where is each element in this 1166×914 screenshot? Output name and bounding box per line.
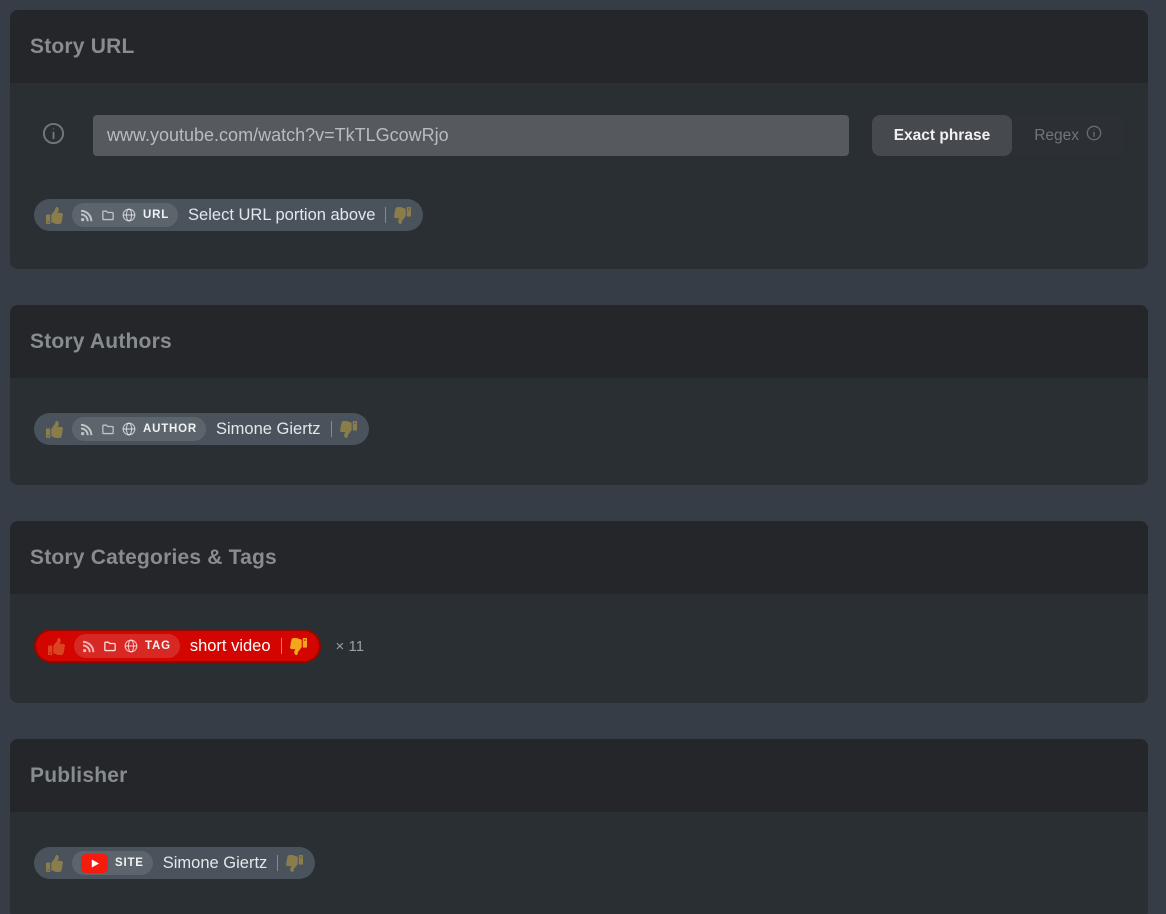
story-tags-section: Story Categories & Tags TAG — [10, 521, 1148, 703]
publisher-section: Publisher SITE Simone Giertz — [10, 739, 1148, 914]
tag-trainer-token[interactable]: TAG short video — [34, 629, 321, 663]
rss-icon[interactable] — [81, 209, 94, 222]
globe-icon[interactable] — [122, 422, 136, 436]
story-url-token-row: URL Select URL portion above — [34, 199, 1124, 231]
story-url-title: Story URL — [30, 35, 1128, 59]
tag-token-label: short video — [190, 637, 271, 656]
publisher-title: Publisher — [30, 764, 1128, 788]
publisher-token-label: Simone Giertz — [163, 854, 268, 873]
url-scope-group: URL — [72, 203, 178, 227]
globe-icon[interactable] — [122, 208, 136, 222]
token-divider — [277, 855, 278, 871]
story-url-body: Exact phrase Regex — [10, 83, 1148, 269]
publisher-trainer-token[interactable]: SITE Simone Giertz — [34, 847, 315, 879]
rss-icon[interactable] — [83, 640, 96, 653]
publisher-token-row: SITE Simone Giertz — [34, 847, 1124, 879]
url-trainer-token[interactable]: URL Select URL portion above — [34, 199, 423, 231]
url-token-label: Select URL portion above — [188, 206, 375, 225]
folder-icon[interactable] — [103, 640, 117, 653]
match-mode-toggle: Exact phrase Regex — [872, 115, 1124, 156]
thumbs-down-icon[interactable] — [290, 638, 307, 655]
exact-phrase-label: Exact phrase — [894, 127, 991, 145]
story-tags-body: TAG short video × 11 — [10, 594, 1148, 703]
story-url-input[interactable] — [93, 115, 849, 156]
story-url-section: Story URL Exact phrase Regex — [10, 10, 1148, 269]
regex-label: Regex — [1034, 127, 1079, 145]
rss-icon[interactable] — [81, 423, 94, 436]
thumbs-up-icon[interactable] — [46, 421, 63, 438]
story-url-input-row: Exact phrase Regex — [34, 115, 1124, 156]
author-token-label: Simone Giertz — [216, 420, 321, 439]
site-scope-group: SITE — [72, 851, 153, 875]
thumbs-down-icon[interactable] — [286, 855, 303, 872]
story-url-header: Story URL — [10, 10, 1148, 83]
token-divider — [281, 638, 282, 654]
token-divider — [385, 207, 386, 223]
tag-token-row: TAG short video × 11 — [34, 629, 1124, 663]
story-tags-header: Story Categories & Tags — [10, 521, 1148, 594]
author-badge: AUTHOR — [143, 423, 197, 435]
token-divider — [331, 421, 332, 437]
regex-info-icon[interactable] — [1086, 125, 1102, 146]
exact-phrase-option[interactable]: Exact phrase — [872, 115, 1013, 156]
site-badge: SITE — [115, 857, 144, 869]
thumbs-up-icon[interactable] — [48, 638, 65, 655]
folder-icon[interactable] — [101, 423, 115, 436]
story-authors-body: AUTHOR Simone Giertz — [10, 378, 1148, 485]
thumbs-down-icon[interactable] — [340, 421, 357, 438]
thumbs-up-icon[interactable] — [46, 207, 63, 224]
regex-option[interactable]: Regex — [1012, 115, 1124, 156]
thumbs-up-icon[interactable] — [46, 855, 63, 872]
tag-scope-group: TAG — [74, 634, 180, 658]
tag-badge: TAG — [145, 640, 171, 652]
folder-icon[interactable] — [101, 209, 115, 222]
publisher-header: Publisher — [10, 739, 1148, 812]
author-scope-group: AUTHOR — [72, 417, 206, 441]
author-token-row: AUTHOR Simone Giertz — [34, 413, 1124, 445]
info-icon[interactable] — [42, 122, 65, 150]
url-badge: URL — [143, 209, 169, 221]
author-trainer-token[interactable]: AUTHOR Simone Giertz — [34, 413, 369, 445]
thumbs-down-icon[interactable] — [394, 207, 411, 224]
story-authors-title: Story Authors — [30, 330, 1128, 354]
story-authors-header: Story Authors — [10, 305, 1148, 378]
story-authors-section: Story Authors AUTHOR — [10, 305, 1148, 485]
story-tags-title: Story Categories & Tags — [30, 546, 1128, 570]
globe-icon[interactable] — [124, 639, 138, 653]
tag-count: × 11 — [336, 638, 365, 655]
publisher-body: SITE Simone Giertz — [10, 812, 1148, 914]
youtube-icon — [81, 854, 108, 873]
